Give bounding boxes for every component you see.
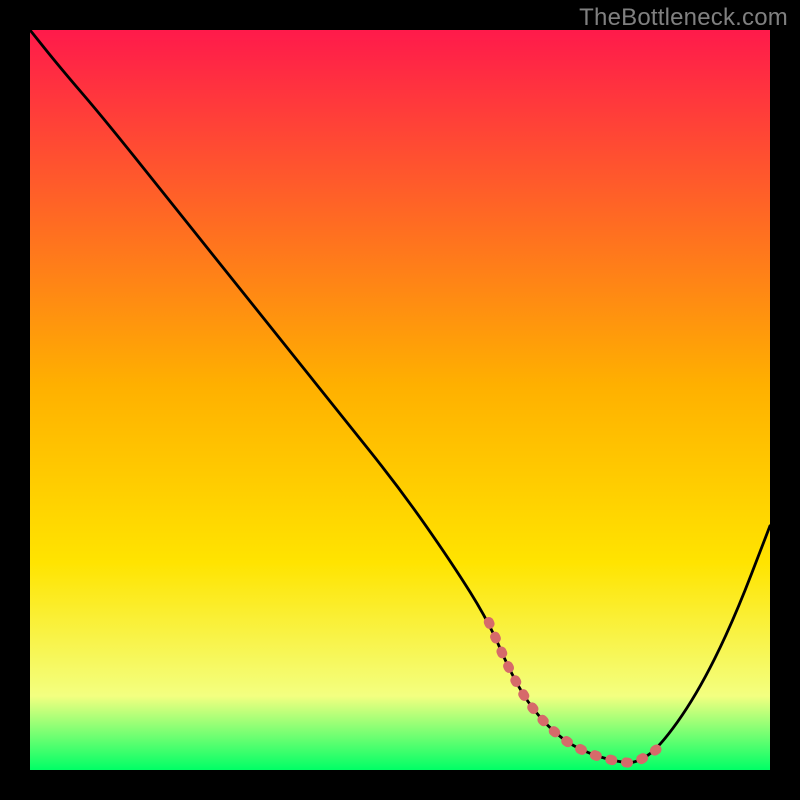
- frame-bottom: [0, 770, 800, 800]
- bottleneck-chart: [30, 30, 770, 770]
- watermark-text: TheBottleneck.com: [579, 4, 788, 32]
- frame-left: [0, 0, 30, 800]
- frame-right: [770, 0, 800, 800]
- gradient-background: [30, 30, 770, 770]
